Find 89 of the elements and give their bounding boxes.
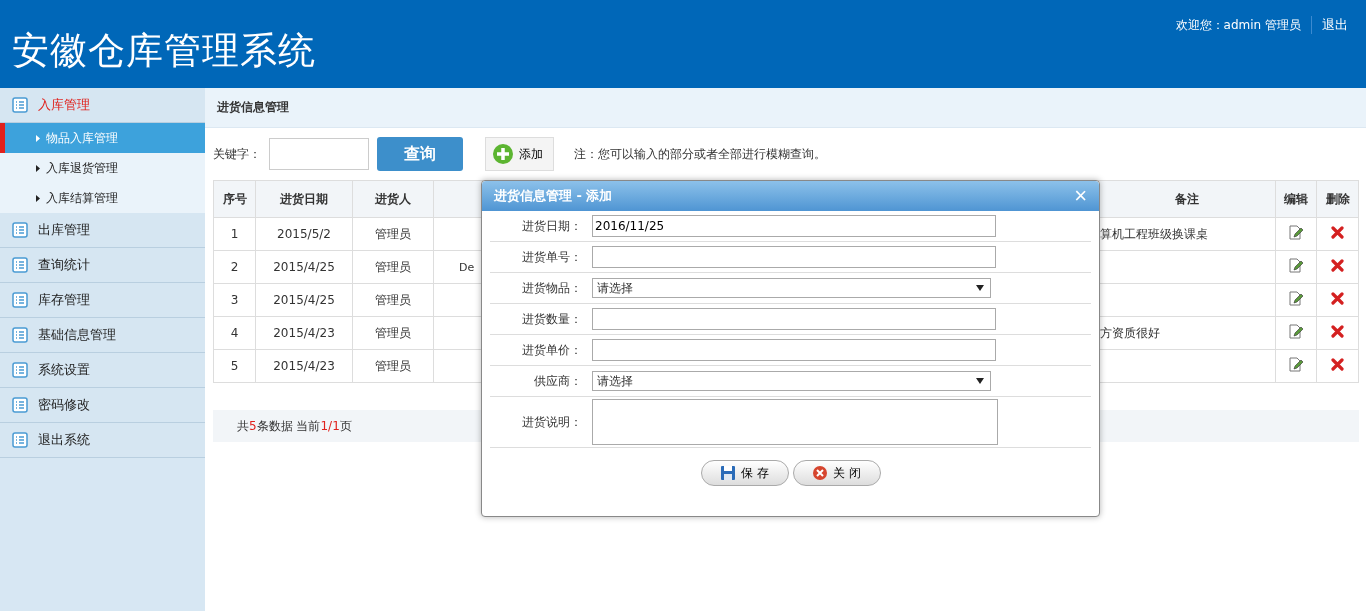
app-title: 安徽仓库管理系统 (11, 28, 316, 74)
select-field[interactable]: 请选择 (592, 278, 991, 298)
table-cell: 4 (213, 316, 256, 350)
column-header: 进货日期 (255, 180, 353, 218)
triangle-icon (36, 164, 40, 172)
table-cell: 管理员 (352, 217, 434, 251)
column-header: 序号 (213, 180, 256, 218)
edit-icon[interactable] (1289, 324, 1303, 339)
field-label: 进货单价： (521, 341, 582, 359)
input-field[interactable] (592, 308, 996, 330)
list-icon (12, 327, 28, 343)
table-cell: 3 (213, 283, 256, 317)
delete-icon[interactable] (1331, 358, 1344, 371)
list-icon (12, 257, 28, 273)
delete-icon[interactable] (1331, 226, 1344, 239)
table-cell: 2015/5/2 (255, 217, 353, 251)
table-cell: 管理员 (352, 250, 434, 284)
list-icon (12, 97, 28, 113)
caret-icon (976, 378, 984, 384)
dialog-title: 进货信息管理 - 添加 (494, 187, 613, 205)
list-icon (12, 292, 28, 308)
input-field[interactable] (592, 246, 996, 268)
table-cell-text: De (459, 261, 475, 274)
query-button[interactable]: 查询 (377, 137, 463, 171)
column-header: 编辑 (1275, 180, 1317, 218)
list-icon (12, 432, 28, 448)
field-label: 供应商： (533, 372, 582, 390)
keyword-input[interactable] (269, 138, 369, 170)
sidebar-subitem[interactable]: 入库退货管理 (0, 153, 205, 183)
list-icon (12, 222, 28, 238)
table-cell: 2015/4/25 (255, 283, 353, 317)
input-field[interactable]: 2016/11/25 (592, 215, 996, 237)
triangle-icon (36, 194, 40, 202)
close-circle-icon (812, 465, 829, 481)
sidebar-label: 库存管理 (38, 291, 90, 309)
sidebar-label: 查询统计 (38, 256, 90, 274)
edit-icon[interactable] (1289, 258, 1303, 273)
table-cell: 管理员 (352, 349, 434, 383)
search-note: 注：您可以输入的部分或者全部进行模糊查询。 (574, 145, 826, 163)
input-field[interactable] (592, 339, 996, 361)
sidebar-sublabel: 物品入库管理 (46, 129, 118, 147)
list-icon (12, 397, 28, 413)
plus-icon (492, 143, 514, 165)
triangle-icon (36, 134, 40, 142)
table-cell: 5 (213, 349, 256, 383)
column-header: 进货人 (352, 180, 434, 218)
delete-icon[interactable] (1331, 259, 1344, 272)
select-field[interactable]: 请选择 (592, 371, 991, 391)
table-cell: 管理员 (352, 283, 434, 317)
field-label: 进货数量： (521, 310, 582, 328)
textarea-field[interactable] (592, 399, 998, 445)
edit-icon[interactable] (1289, 225, 1303, 240)
edit-icon[interactable] (1289, 291, 1303, 306)
sidebar-label: 出库管理 (38, 221, 90, 239)
sidebar-label: 密码修改 (38, 396, 90, 414)
column-header: 备注 (1098, 180, 1276, 218)
field-label: 进货日期： (521, 217, 582, 235)
sidebar-label: 退出系统 (38, 431, 90, 449)
table-cell: 1 (213, 217, 256, 251)
logout-link[interactable]: 退出 (1311, 16, 1348, 34)
breadcrumb: 进货信息管理 (205, 88, 1366, 128)
welcome-text: 欢迎您：admin 管理员 (1175, 16, 1301, 34)
table-cell: 2 (213, 250, 256, 284)
table-cell: 管理员 (352, 316, 434, 350)
table-cell-text: 方资质很好 (1100, 325, 1160, 340)
delete-icon[interactable] (1331, 292, 1344, 305)
edit-icon[interactable] (1289, 357, 1303, 372)
sidebar-sublabel: 入库结算管理 (46, 189, 118, 207)
table-cell: 2015/4/23 (255, 316, 353, 350)
delete-icon[interactable] (1331, 325, 1344, 338)
column-header: 删除 (1316, 180, 1359, 218)
field-label: 进货物品： (521, 279, 582, 297)
dialog-button[interactable]: 关 闭 (792, 460, 881, 486)
dialog-button[interactable]: 保 存 (700, 460, 789, 486)
table-cell: 2015/4/23 (255, 349, 353, 383)
sidebar-subitem[interactable]: 入库结算管理 (0, 183, 205, 213)
sidebar-label: 入库管理 (38, 96, 90, 114)
sidebar-label: 系统设置 (38, 361, 90, 379)
field-label: 进货单号： (521, 248, 582, 266)
sidebar-sublabel: 入库退货管理 (46, 159, 118, 177)
keyword-label: 关键字： (213, 145, 261, 163)
caret-icon (976, 285, 984, 291)
field-label: 进货说明： (521, 413, 582, 431)
table-cell-text: 算机工程班级换课桌 (1100, 226, 1208, 241)
sidebar-label: 基础信息管理 (38, 326, 116, 344)
list-icon (12, 362, 28, 378)
add-button[interactable]: 添加 (485, 137, 554, 171)
table-cell: 2015/4/25 (255, 250, 353, 284)
pager-text: 共5条数据 当前1/1页 (237, 417, 352, 435)
